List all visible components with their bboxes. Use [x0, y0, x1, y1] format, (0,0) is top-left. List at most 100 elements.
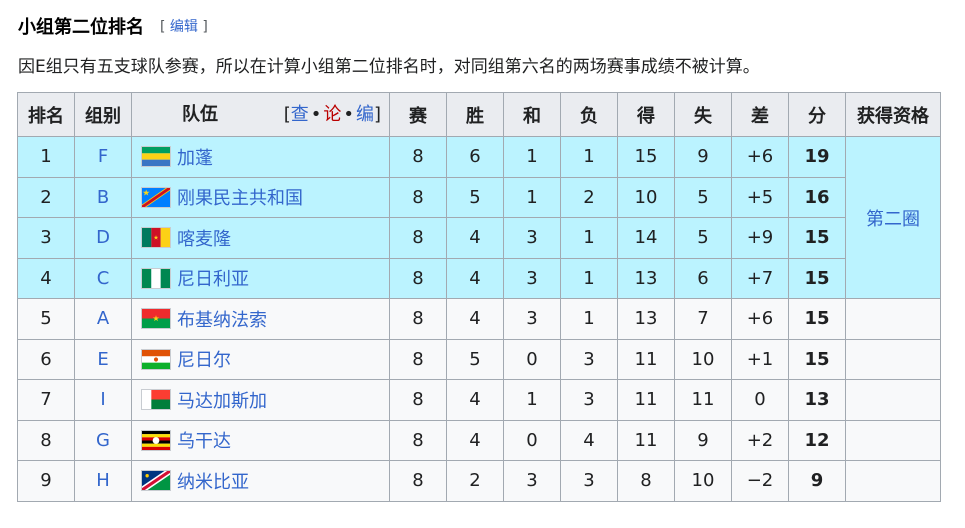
navbox-talk-link[interactable]: 论 — [323, 104, 341, 125]
gd-cell: +5 — [731, 176, 789, 218]
niger-flag-icon[interactable] — [141, 348, 171, 370]
ga-cell: 6 — [674, 257, 732, 299]
group-cell[interactable]: G — [74, 419, 132, 461]
team-link[interactable]: 马达加斯加 — [177, 387, 267, 413]
team-cell: 尼日尔 — [131, 338, 390, 380]
won-cell: 4 — [446, 298, 504, 340]
lost-cell: 3 — [560, 338, 618, 380]
team-cell: 乌干达 — [131, 419, 390, 461]
team-cell: 布基纳法索 — [131, 298, 390, 340]
ga-cell: 11 — [674, 379, 732, 421]
pts-cell: 12 — [788, 419, 846, 461]
rank-cell: 9 — [17, 460, 75, 502]
rank-cell: 4 — [17, 257, 75, 299]
navbox-edit-link[interactable]: 编 — [356, 104, 374, 125]
navbox-view-link[interactable]: 查 — [291, 104, 309, 125]
gf-cell: 8 — [617, 460, 675, 502]
table-row: 5 A 布基纳法索 8 4 3 1 13 7 +6 15 — [17, 298, 941, 340]
team-cell: 加蓬 — [131, 136, 390, 178]
team-link[interactable]: 尼日尔 — [177, 346, 231, 372]
ga-cell: 10 — [674, 460, 732, 502]
played-cell: 8 — [389, 217, 447, 259]
drawn-cell: 1 — [503, 176, 561, 218]
team-cell: 喀麦隆 — [131, 217, 390, 259]
team-link[interactable]: 加蓬 — [177, 144, 213, 170]
uganda-flag-icon[interactable] — [141, 429, 171, 451]
drawn-cell: 3 — [503, 460, 561, 502]
gd-cell: +7 — [731, 257, 789, 299]
qualification-link[interactable]: 第二圈 — [866, 209, 920, 230]
team-link[interactable]: 布基纳法索 — [177, 306, 267, 332]
header-row: 排名 组别 队伍 [查 • 论 • 编] 赛 胜 和 负 得 失 差 分 获得资格 — [17, 92, 941, 137]
gf-cell: 10 — [617, 176, 675, 218]
drawn-cell: 1 — [503, 136, 561, 178]
pts-cell: 15 — [788, 257, 846, 299]
team-link[interactable]: 尼日利亚 — [177, 265, 249, 291]
nigeria-flag-icon[interactable] — [141, 267, 171, 289]
gf-cell: 14 — [617, 217, 675, 259]
navbox-sep: • — [343, 104, 354, 125]
gd-cell: +6 — [731, 298, 789, 340]
cameroon-flag-icon[interactable] — [141, 227, 171, 249]
team-cell-inner: 纳米比亚 — [132, 468, 389, 494]
group-cell[interactable]: E — [74, 338, 132, 380]
won-cell: 5 — [446, 338, 504, 380]
qualification-cell-empty — [845, 419, 941, 461]
section-title: 小组第二位排名 — [18, 17, 144, 38]
drawn-cell: 1 — [503, 379, 561, 421]
lost-cell: 1 — [560, 298, 618, 340]
ga-cell: 9 — [674, 419, 732, 461]
col-goals-for: 得 — [617, 92, 675, 137]
won-cell: 4 — [446, 217, 504, 259]
won-cell: 2 — [446, 460, 504, 502]
lost-cell: 3 — [560, 379, 618, 421]
col-rank: 排名 — [17, 92, 75, 137]
rank-cell: 5 — [17, 298, 75, 340]
group-cell[interactable]: A — [74, 298, 132, 340]
col-team: 队伍 [查 • 论 • 编] — [131, 92, 390, 137]
ga-cell: 5 — [674, 217, 732, 259]
col-goal-diff: 差 — [731, 92, 789, 137]
edit-bracket-open: [ — [160, 19, 166, 35]
drawn-cell: 3 — [503, 257, 561, 299]
edit-section: [ 编辑 ] — [160, 16, 208, 36]
gd-cell: −2 — [731, 460, 789, 502]
pts-cell: 15 — [788, 217, 846, 259]
drc-flag-icon[interactable] — [141, 186, 171, 208]
won-cell: 5 — [446, 176, 504, 218]
madagascar-flag-icon[interactable] — [141, 389, 171, 411]
ga-cell: 9 — [674, 136, 732, 178]
rank-cell: 8 — [17, 419, 75, 461]
group-cell[interactable]: C — [74, 257, 132, 299]
lost-cell: 1 — [560, 257, 618, 299]
qualification-cell-empty — [845, 338, 941, 380]
group-cell[interactable]: H — [74, 460, 132, 502]
pts-cell: 15 — [788, 298, 846, 340]
col-won: 胜 — [446, 92, 504, 137]
team-link[interactable]: 刚果民主共和国 — [177, 184, 303, 210]
rank-cell: 2 — [17, 176, 75, 218]
col-team-label: 队伍 — [182, 104, 218, 125]
team-link[interactable]: 喀麦隆 — [177, 225, 231, 251]
team-cell: 尼日利亚 — [131, 257, 390, 299]
gd-cell: +1 — [731, 338, 789, 380]
gabon-flag-icon[interactable] — [141, 146, 171, 168]
team-link[interactable]: 纳米比亚 — [177, 468, 249, 494]
group-cell[interactable]: D — [74, 217, 132, 259]
burkina-faso-flag-icon[interactable] — [141, 308, 171, 330]
group-cell[interactable]: F — [74, 136, 132, 178]
col-points: 分 — [788, 92, 846, 137]
qualification-cell-empty — [845, 460, 941, 502]
gf-cell: 13 — [617, 298, 675, 340]
navbox-sep: • — [310, 104, 322, 125]
namibia-flag-icon[interactable] — [141, 470, 171, 492]
group-cell[interactable]: B — [74, 176, 132, 218]
pts-cell: 19 — [788, 136, 846, 178]
edit-bracket-close: ] — [202, 19, 208, 35]
group-cell[interactable]: I — [74, 379, 132, 421]
team-cell-inner: 尼日尔 — [132, 346, 389, 372]
team-link[interactable]: 乌干达 — [177, 427, 231, 453]
team-cell-inner: 布基纳法索 — [132, 306, 389, 332]
edit-link[interactable]: 编辑 — [170, 19, 198, 35]
ga-cell: 10 — [674, 338, 732, 380]
